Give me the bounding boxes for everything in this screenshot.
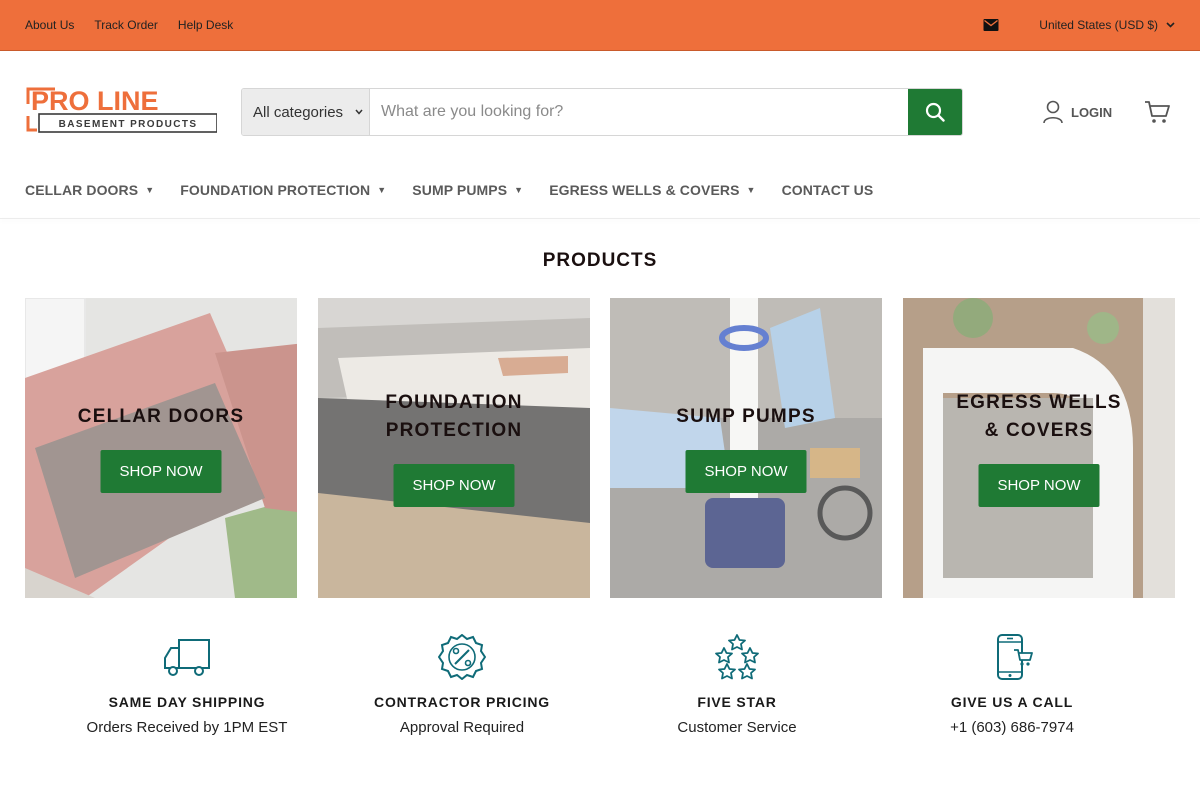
chevron-down-icon: ▼ (377, 185, 387, 195)
track-order-link[interactable]: Track Order (94, 18, 158, 32)
search-bar: All categories (241, 88, 963, 136)
search-input[interactable] (370, 89, 908, 135)
nav-label: CELLAR DOORS (25, 182, 139, 198)
product-card-sump-pumps[interactable]: SUMP PUMPS SHOP NOW (610, 298, 882, 598)
top-bar: About Us Track Order Help Desk United St… (0, 0, 1200, 51)
feature-call: GIVE US A CALL +1 (603) 686-7974 (902, 634, 1122, 736)
currency-selector[interactable]: United States (USD $) (1039, 18, 1175, 32)
card-title-line: FOUNDATION (385, 392, 523, 413)
feature-title: SAME DAY SHIPPING (108, 694, 266, 710)
feature-title: GIVE US A CALL (950, 694, 1074, 710)
card-overlay (318, 298, 590, 598)
header-divider (0, 218, 1200, 219)
nav-label: SUMP PUMPS (412, 182, 508, 198)
card-title-line: EGRESS WELLS (956, 392, 1122, 413)
feature-title: FIVE STAR (697, 694, 777, 710)
feature-five-star: FIVE STAR Customer Service (627, 634, 847, 736)
chevron-down-icon (355, 109, 363, 115)
user-icon (1043, 100, 1063, 124)
card-title: SUMP PUMPS (676, 406, 816, 427)
nav-cellar-doors[interactable]: CELLAR DOORS ▼ (25, 182, 154, 198)
mail-icon[interactable] (983, 18, 999, 32)
nav-contact-us[interactable]: CONTACT US (782, 182, 874, 198)
top-links: About Us Track Order Help Desk (25, 18, 233, 32)
feature-shipping: SAME DAY SHIPPING Orders Received by 1PM… (77, 634, 297, 736)
about-us-link[interactable]: About Us (25, 18, 74, 32)
product-card-foundation-protection[interactable]: FOUNDATION PROTECTION SHOP NOW (318, 298, 590, 598)
nav-egress-wells[interactable]: EGRESS WELLS & COVERS ▼ (549, 182, 755, 198)
help-desk-link[interactable]: Help Desk (178, 18, 233, 32)
logo-tagline: BASEMENT PRODUCTS (59, 119, 198, 130)
card-overlay (903, 298, 1175, 598)
card-overlay (25, 298, 297, 598)
logo-pro-text: PRO LINE (31, 86, 159, 116)
main-nav: CELLAR DOORS ▼ FOUNDATION PROTECTION ▼ SUM… (25, 182, 873, 198)
product-card-cellar-doors[interactable]: CELLAR DOORS SHOP NOW (25, 298, 297, 598)
chevron-down-icon (1166, 22, 1175, 28)
feature-subtitle: Approval Required (399, 719, 525, 736)
phone-cart-icon (997, 634, 1033, 680)
percent-badge-icon (438, 634, 486, 680)
card-title: EGRESS WELLS & COVERS (903, 389, 1175, 445)
shop-now-button[interactable]: SHOP NOW (100, 450, 222, 493)
feature-subtitle: Customer Service (677, 719, 797, 736)
shop-now-button[interactable]: SHOP NOW (978, 464, 1100, 507)
card-title: FOUNDATION PROTECTION (318, 389, 590, 445)
chevron-down-icon: ▼ (746, 185, 756, 195)
nav-sump-pumps[interactable]: SUMP PUMPS ▼ (412, 182, 523, 198)
product-card-egress-wells[interactable]: EGRESS WELLS & COVERS SHOP NOW (903, 298, 1175, 598)
stars-icon (715, 634, 759, 680)
feature-title: CONTRACTOR PRICING (374, 694, 550, 710)
shop-now-button[interactable]: SHOP NOW (393, 464, 515, 507)
currency-label: United States (USD $) (1039, 18, 1158, 32)
card-overlay (610, 298, 882, 598)
cart-icon[interactable] (1144, 99, 1170, 125)
shop-now-button[interactable]: SHOP NOW (685, 450, 807, 493)
nav-label: CONTACT US (781, 182, 874, 198)
feature-subtitle[interactable]: +1 (603) 686-7974 (902, 719, 1122, 736)
truck-icon (164, 639, 210, 676)
products-heading: PRODUCTS (542, 250, 658, 271)
pro-line-logo[interactable]: PRO LINE BASEMENT PRODUCTS (25, 86, 217, 134)
card-title-line: & COVERS (984, 420, 1094, 441)
feature-subtitle: Orders Received by 1PM EST (86, 719, 288, 736)
nav-label: FOUNDATION PROTECTION (180, 182, 371, 198)
search-button[interactable] (908, 89, 962, 135)
nav-label: EGRESS WELLS & COVERS (549, 182, 740, 198)
chevron-down-icon: ▼ (145, 185, 155, 195)
nav-foundation-protection[interactable]: FOUNDATION PROTECTION ▼ (180, 182, 386, 198)
feature-contractor-pricing: CONTRACTOR PRICING Approval Required (352, 634, 572, 736)
card-title: CELLAR DOORS (77, 406, 245, 427)
card-title-line: PROTECTION (385, 420, 523, 441)
chevron-down-icon: ▼ (514, 185, 524, 195)
login-label: LOGIN (1071, 104, 1113, 120)
login-link[interactable]: LOGIN (1043, 100, 1112, 124)
category-select-value: All categories (253, 103, 344, 121)
category-select[interactable]: All categories (242, 89, 370, 135)
search-icon (925, 102, 945, 122)
